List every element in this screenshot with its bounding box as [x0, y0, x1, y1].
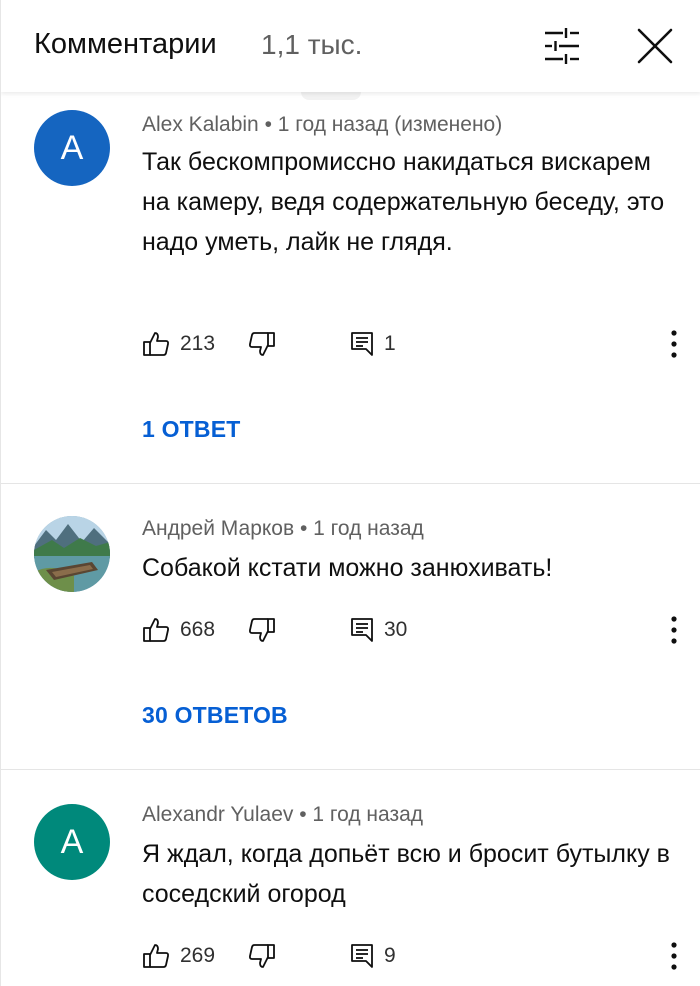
view-replies-link[interactable]: 1 ОТВЕТ: [142, 416, 241, 443]
close-x-icon[interactable]: [635, 26, 675, 66]
avatar[interactable]: A: [34, 804, 110, 880]
comment-text: Собакой кстати можно занюхивать!: [142, 554, 553, 582]
dislike-button[interactable]: [248, 938, 276, 974]
vertical-ellipsis-icon[interactable]: [666, 940, 682, 972]
thumb-down-icon: [248, 330, 276, 358]
like-count: 213: [180, 332, 216, 355]
like-count: 269: [180, 944, 216, 967]
reply-button[interactable]: 1: [350, 326, 396, 362]
comments-header: Комментарии 1,1 тыс.: [1, 0, 700, 92]
comment-divider: [1, 769, 700, 770]
view-replies-link[interactable]: 30 ОТВЕТОВ: [142, 702, 288, 729]
comment-author-meta[interactable]: Alex Kalabin • 1 год назад (изменено): [142, 113, 502, 137]
vertical-ellipsis-icon[interactable]: [666, 614, 682, 646]
vertical-ellipsis-icon[interactable]: [666, 328, 682, 360]
thumb-up-icon: [142, 616, 170, 644]
pull-indicator: [301, 92, 361, 100]
like-count: 668: [180, 618, 216, 641]
comment-actions: 668 30: [142, 612, 682, 648]
like-button[interactable]: 668: [142, 612, 215, 648]
thumb-down-icon: [248, 616, 276, 644]
comment-text: Так бескомпромиссно накидаться вискарем …: [142, 148, 665, 256]
reply-comment-icon: [350, 331, 374, 357]
filter-sliders-icon[interactable]: [543, 28, 581, 64]
reply-count: 30: [384, 618, 408, 641]
comment-divider: [1, 483, 700, 484]
dislike-button[interactable]: [248, 326, 276, 362]
thumb-up-icon: [142, 330, 170, 358]
comment-text: Я ждал, когда допьёт всю и бросит бутылк…: [142, 840, 670, 908]
avatar-letter: A: [60, 822, 84, 861]
like-button[interactable]: 213: [142, 326, 215, 362]
comment-author-meta[interactable]: Андрей Марков • 1 год назад: [142, 517, 424, 541]
avatar[interactable]: A: [34, 110, 110, 186]
reply-button[interactable]: 9: [350, 938, 396, 974]
reply-count: 9: [384, 944, 396, 967]
dislike-button[interactable]: [248, 612, 276, 648]
thumb-down-icon: [248, 942, 276, 970]
comment-actions: 269 9: [142, 938, 682, 974]
comment-actions: 213 1: [142, 326, 682, 362]
thumb-up-icon: [142, 942, 170, 970]
like-button[interactable]: 269: [142, 938, 215, 974]
avatar-landscape-photo[interactable]: [34, 516, 110, 592]
reply-count: 1: [384, 332, 396, 355]
comments-title: Комментарии: [34, 28, 217, 60]
comments-panel: Комментарии 1,1 тыс. A Alex Kalabin • 1 …: [0, 0, 700, 986]
reply-comment-icon: [350, 943, 374, 969]
reply-comment-icon: [350, 617, 374, 643]
comment-author-meta[interactable]: Alexandr Yulaev • 1 год назад: [142, 803, 423, 827]
comments-count: 1,1 тыс.: [261, 29, 363, 60]
reply-button[interactable]: 30: [350, 612, 407, 648]
avatar-letter: A: [60, 128, 84, 167]
